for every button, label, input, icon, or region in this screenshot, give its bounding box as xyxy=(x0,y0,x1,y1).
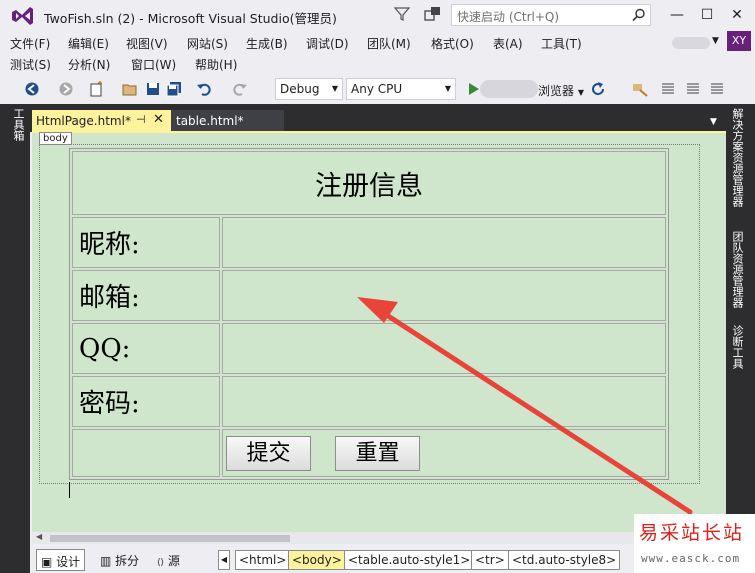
form-title[interactable]: 注册信息 xyxy=(72,151,666,215)
platform-value: Any CPU xyxy=(351,82,403,96)
menu-window[interactable]: 窗口(W) xyxy=(131,56,176,73)
navigate-forward-icon[interactable] xyxy=(58,81,74,97)
scroll-left-icon[interactable]: ◀ xyxy=(36,532,42,541)
source-view-label: 源 xyxy=(167,554,180,568)
split-view-button[interactable]: ▥ 拆分 xyxy=(96,549,143,571)
breadcrumb-td[interactable]: <td.auto-style8> xyxy=(508,550,621,570)
submit-button[interactable]: 提交 xyxy=(226,436,311,471)
email-cell[interactable] xyxy=(222,270,666,321)
breadcrumb-scroll-left-icon[interactable]: ◀ xyxy=(218,550,230,570)
left-dock-strip xyxy=(0,104,30,573)
qq-label[interactable]: QQ: xyxy=(72,323,220,374)
new-project-icon[interactable] xyxy=(88,81,104,97)
menu-debug[interactable]: 调试(D) xyxy=(306,35,349,52)
open-file-icon[interactable] xyxy=(122,81,138,97)
reset-button[interactable]: 重置 xyxy=(335,436,420,471)
tab-label: table.html* xyxy=(176,114,244,128)
split-view-icon: ▥ xyxy=(100,554,112,568)
solution-explorer-tab[interactable]: 解决方案资源管理器 xyxy=(731,108,744,207)
platform-select[interactable]: Any CPU ▼ xyxy=(346,78,456,100)
tab-overflow-icon[interactable]: ▼ xyxy=(710,117,717,127)
watermark-url: www.easck.com xyxy=(641,552,741,565)
password-cell[interactable] xyxy=(222,376,666,427)
menu-bar: 文件(F) 编辑(E) 视图(V) 网站(S) 生成(B) 调试(D) 团队(M… xyxy=(0,31,755,73)
tab-table[interactable]: table.html* xyxy=(171,110,284,132)
notification-filter-icon[interactable] xyxy=(394,6,410,22)
menu-tools[interactable]: 工具(T) xyxy=(541,35,582,52)
toolbar-options-icon[interactable] xyxy=(685,81,701,97)
menu-view[interactable]: 视图(V) xyxy=(126,35,168,52)
button-row-empty-cell[interactable] xyxy=(72,429,220,477)
user-name[interactable] xyxy=(672,37,710,49)
watermark: 易采站长站 www.easck.com xyxy=(634,514,755,573)
run-target-button[interactable] xyxy=(480,80,538,98)
chevron-down-icon: ▼ xyxy=(331,84,338,93)
text-caret xyxy=(69,482,70,498)
undo-icon[interactable] xyxy=(196,81,212,97)
quick-launch-placeholder: 快速启动 (Ctrl+Q) xyxy=(457,10,560,24)
configuration-select[interactable]: Debug ▼ xyxy=(275,78,343,100)
source-view-button[interactable]: ⟨⟩ 源 xyxy=(153,549,184,571)
diagnostic-tools-tab[interactable]: 诊断工具 xyxy=(731,325,744,369)
window-title: TwoFish.sln (2) - Microsoft Visual Studi… xyxy=(44,11,337,26)
configuration-value: Debug xyxy=(280,82,320,96)
redo-icon[interactable] xyxy=(232,81,248,97)
menu-test[interactable]: 测试(S) xyxy=(10,56,51,73)
browser-select[interactable]: 浏览器 ▼ xyxy=(538,82,584,99)
close-window-button[interactable]: ✕ xyxy=(722,4,752,26)
design-view-label: 设计 xyxy=(56,555,81,569)
tab-label: HtmlPage.html* xyxy=(36,114,131,128)
body-element-tag[interactable]: body xyxy=(39,132,72,145)
chevron-down-icon: ▼ xyxy=(577,88,584,97)
watermark-title: 易采站长站 xyxy=(639,522,745,544)
menu-format[interactable]: 格式(O) xyxy=(431,35,474,52)
refresh-browser-icon[interactable] xyxy=(590,81,606,97)
split-view-label: 拆分 xyxy=(115,554,140,568)
menu-table[interactable]: 表(A) xyxy=(493,35,523,52)
breadcrumb-table[interactable]: <table.auto-style1> xyxy=(344,550,475,570)
breadcrumb-body[interactable]: <body> xyxy=(288,550,346,570)
tab-htmlpage[interactable]: HtmlPage.html* ⊣ ✕ xyxy=(32,110,171,132)
design-view-icon: ▣ xyxy=(41,555,53,569)
breadcrumb-tr[interactable]: <tr> xyxy=(471,550,509,570)
nickname-cell[interactable] xyxy=(222,217,666,268)
menu-website[interactable]: 网站(S) xyxy=(187,35,228,52)
maximize-button[interactable]: ☐ xyxy=(692,4,722,26)
save-all-icon[interactable] xyxy=(166,81,182,97)
menu-build[interactable]: 生成(B) xyxy=(246,35,288,52)
nickname-label[interactable]: 昵称: xyxy=(72,217,220,268)
menu-analyze[interactable]: 分析(N) xyxy=(68,56,110,73)
team-explorer-tab[interactable]: 团队资源管理器 xyxy=(731,231,744,308)
visual-studio-logo-icon xyxy=(12,7,33,25)
menu-team[interactable]: 团队(M) xyxy=(367,35,411,52)
qq-cell[interactable] xyxy=(222,323,666,374)
search-icon xyxy=(632,8,645,22)
email-label[interactable]: 邮箱: xyxy=(72,270,220,321)
chevron-down-icon: ▼ xyxy=(444,84,451,93)
toolbox-tab[interactable]: 工具箱 xyxy=(8,108,25,141)
menu-help[interactable]: 帮助(H) xyxy=(195,56,237,73)
browser-label: 浏览器 xyxy=(538,84,575,98)
quick-launch-input[interactable]: 快速启动 (Ctrl+Q) xyxy=(451,4,651,26)
menu-file[interactable]: 文件(F) xyxy=(10,35,50,52)
password-label[interactable]: 密码: xyxy=(72,376,220,427)
navigate-back-icon[interactable] xyxy=(24,81,40,97)
feedback-icon[interactable] xyxy=(424,6,442,22)
breadcrumb-html[interactable]: <html> xyxy=(235,550,291,570)
toolbar-options-icon[interactable] xyxy=(709,81,725,97)
avatar[interactable]: XY xyxy=(727,31,751,51)
close-tab-icon[interactable]: ✕ xyxy=(153,112,164,127)
toolbar-options-icon[interactable] xyxy=(660,81,676,97)
design-view-button[interactable]: ▣ 设计 xyxy=(36,549,86,571)
save-icon[interactable] xyxy=(145,81,161,97)
scrollbar-thumb[interactable] xyxy=(50,535,290,542)
source-view-icon: ⟨⟩ xyxy=(157,558,165,568)
pin-tab-icon[interactable]: ⊣ xyxy=(136,113,146,126)
menu-edit[interactable]: 编辑(E) xyxy=(68,35,109,52)
browser-link-icon[interactable] xyxy=(632,81,648,97)
user-dropdown-icon[interactable]: ▼ xyxy=(712,36,719,46)
minimize-button[interactable]: — xyxy=(662,4,692,26)
registration-table[interactable]: 注册信息 昵称: 邮箱: QQ: 密码: xyxy=(69,148,669,480)
